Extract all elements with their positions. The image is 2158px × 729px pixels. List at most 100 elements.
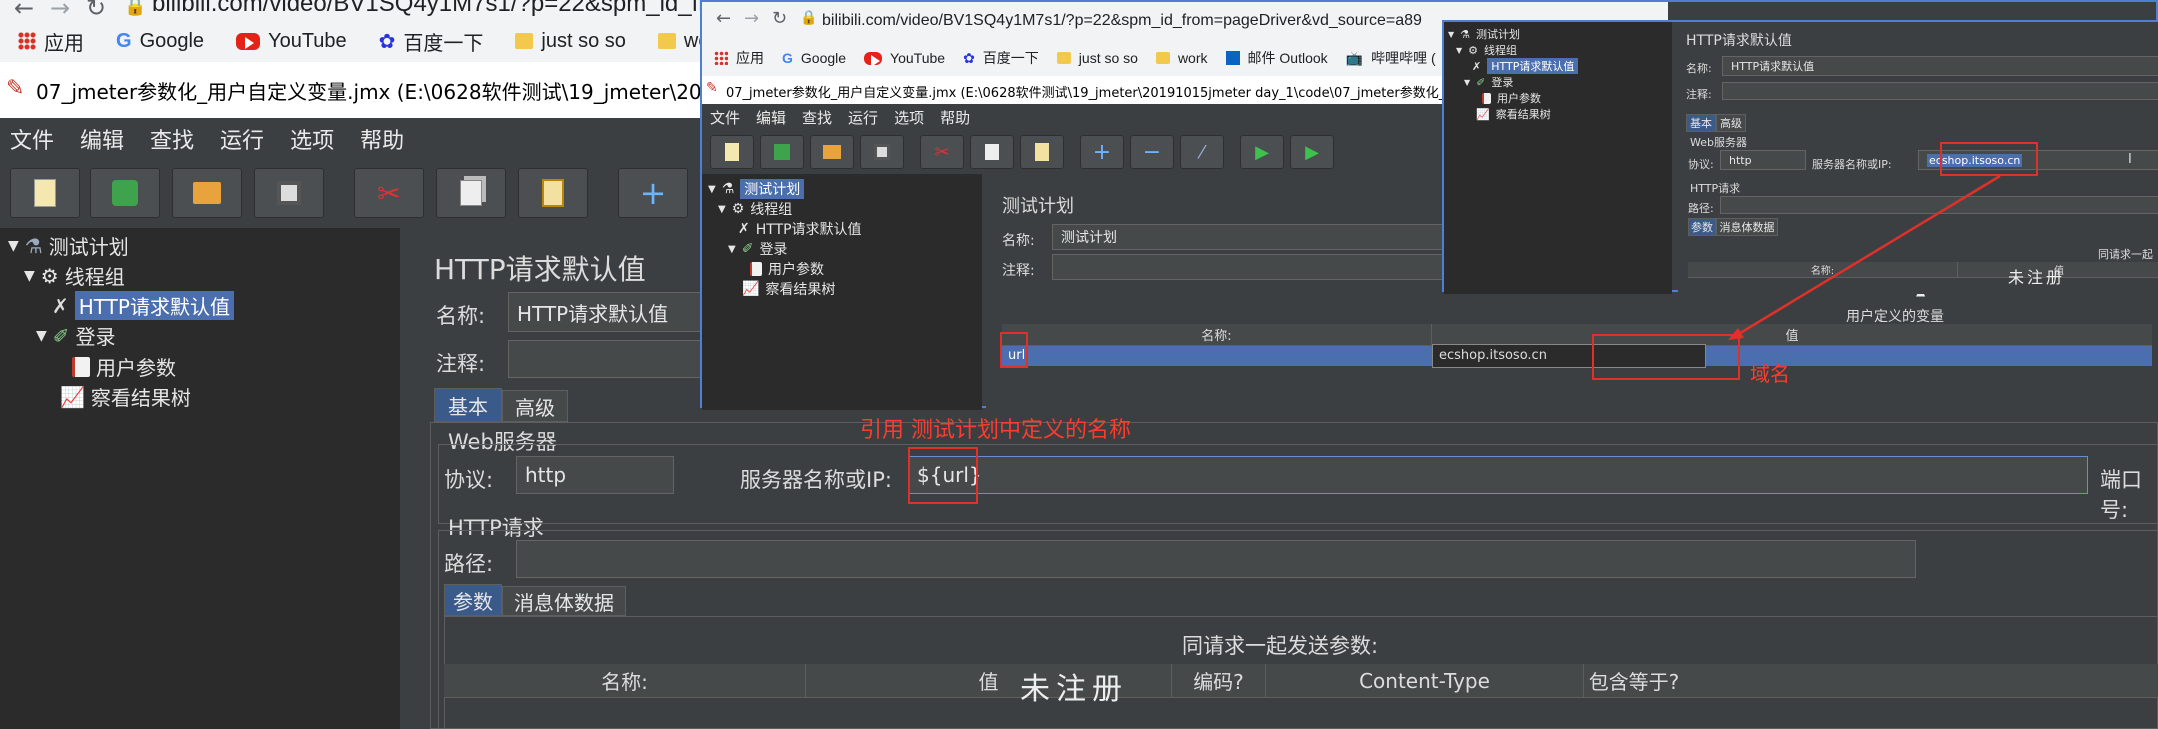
server-input[interactable]: ${url} [908,456,2088,494]
tab-body-data[interactable]: 消息体数据 [502,586,626,616]
forward-icon[interactable]: → [50,0,70,22]
start-button[interactable]: ▶ [1240,135,1284,169]
tree-item-login[interactable]: ▼ ✐ 登录 [728,239,787,259]
tab-advanced[interactable]: 高级 [502,390,568,422]
menu-search[interactable]: 查找 [802,107,832,128]
paste-button[interactable] [518,168,588,218]
splitter[interactable] [400,228,410,729]
bookmark-just-so-so[interactable]: just so so [1056,50,1138,66]
menu-options[interactable]: 选项 [894,107,924,128]
menu-run[interactable]: 运行 [220,123,264,155]
menu-help[interactable]: 帮助 [940,107,970,128]
protocol-input[interactable]: http [516,456,674,494]
bookmark-baidu[interactable]: ✿ 百度一下 [963,48,1039,68]
overlay-address-bar[interactable]: bilibili.com/video/BV1SQ4y1M7s1/?p=22&sp… [822,12,1422,30]
forward-icon[interactable]: → [744,8,759,29]
udv-col-name[interactable]: 名称: [1002,324,1432,345]
tab-body-data[interactable]: 消息体数据 [1716,218,1778,236]
bookmark-apps[interactable]: 应用 [714,48,764,68]
back-icon[interactable]: ← [14,0,34,22]
new-button[interactable] [10,168,80,218]
name-input[interactable]: HTTP请求默认值 [1722,56,2158,76]
bookmark-apps[interactable]: 应用 [18,27,84,56]
tree-item-view-results[interactable]: 📈 察看结果树 [60,382,191,411]
clipboard-icon [542,179,564,207]
col-name[interactable]: 名称: [444,664,806,697]
open-button[interactable] [172,168,242,218]
start-no-pause-button[interactable]: ▶ [1290,135,1334,169]
bookmark-bilibili[interactable]: 📺 哔哩哔哩 ( [1346,48,1436,68]
bookmark-youtube[interactable]: YouTube [236,30,347,53]
copy-button[interactable] [970,135,1014,169]
save-button[interactable] [254,168,324,218]
cut-button[interactable]: ✂ [354,168,424,218]
collapse-arrow-icon: ▼ [728,243,736,255]
tab-basic[interactable]: 基本 [1686,114,1716,132]
user-params-icon [1482,92,1491,104]
new-button[interactable] [710,135,754,169]
reload-icon[interactable]: ↻ [772,8,787,29]
menu-file[interactable]: 文件 [710,107,740,128]
tree-item-test-plan[interactable]: ▼ ⚗ 测试计划 [8,231,129,260]
menu-edit[interactable]: 编辑 [756,107,786,128]
save-button[interactable] [860,135,904,169]
tab-parameters[interactable]: 参数 [444,584,502,616]
tree-item-login[interactable]: ▼ ✐ 登录 [1464,74,1513,90]
menu-run[interactable]: 运行 [848,107,878,128]
collapse-button[interactable]: − [1130,135,1174,169]
tab-basic[interactable]: 基本 [434,388,502,422]
path-input[interactable] [516,540,1916,578]
pipette-icon: ✐ [1476,75,1486,89]
templates-button[interactable] [90,168,160,218]
copy-button[interactable] [436,168,506,218]
cut-button[interactable]: ✂ [920,135,964,169]
col-include-equals[interactable]: 包含等于? [1584,664,1684,697]
menu-file[interactable]: 文件 [10,123,54,155]
folder-icon [1155,52,1170,64]
paste-button[interactable] [1020,135,1064,169]
tree-item-login[interactable]: ▼ ✐ 登录 [36,321,116,350]
comment-input[interactable] [1722,82,2158,100]
open-button[interactable] [810,135,854,169]
tree-item-http-defaults[interactable]: ✗ HTTP请求默认值 [738,219,862,239]
bookmark-just-so-so[interactable]: just so so [515,30,626,53]
bookmark-work[interactable]: work [1155,50,1208,66]
menu-help[interactable]: 帮助 [360,123,404,155]
col-encode[interactable]: 编码? [1172,664,1266,697]
expand-button[interactable]: + [1080,135,1124,169]
tree-item-view-results[interactable]: 📈 察看结果树 [742,279,835,299]
tree-item-view-results[interactable]: 📈 察看结果树 [1476,106,1551,122]
templates-button[interactable] [760,135,804,169]
tree-item-thread-group[interactable]: ▼ ⚙ 线程组 [718,199,792,219]
menu-edit[interactable]: 编辑 [80,123,124,155]
tree-item-thread-group[interactable]: ▼ ⚙ 线程组 [1456,42,1517,58]
path-input[interactable] [1720,196,2158,214]
bookmark-outlook[interactable]: 邮件 Outlook [1225,48,1328,68]
bookmark-baidu[interactable]: ✿ 百度一下 [379,27,484,56]
bookmark-youtube[interactable]: YouTube [864,50,945,67]
col-name[interactable]: 名称: [1688,262,1958,277]
menu-search[interactable]: 查找 [150,123,194,155]
menu-options[interactable]: 选项 [290,123,334,155]
tree-item-thread-group[interactable]: ▼ ⚙ 线程组 [24,261,125,290]
tree-item-user-params[interactable]: 用户参数 [750,259,824,279]
expand-button[interactable]: + [618,168,688,218]
tree-item-test-plan[interactable]: ▼ ⚗ 测试计划 [1448,26,1520,42]
tree-item-http-defaults[interactable]: ✗ HTTP请求默认值 [52,291,234,320]
tree-item-test-plan[interactable]: ▼ ⚗ 测试计划 [708,179,805,199]
reload-icon[interactable]: ↻ [86,0,106,22]
tab-advanced[interactable]: 高级 [1716,114,1746,132]
udv-col-value[interactable]: 值 [1432,324,2152,345]
server-label: 服务器名称或IP: [1812,158,1892,171]
col-content-type[interactable]: Content-Type [1266,664,1584,697]
tree-item-user-params[interactable]: 用户参数 [1482,90,1541,106]
toggle-button[interactable]: ⁄ [1180,135,1224,169]
lock-icon: 🔒 [124,0,147,17]
bookmark-google[interactable]: G Google [116,30,204,53]
back-icon[interactable]: ← [716,8,731,29]
tree-item-user-params[interactable]: 用户参数 [72,352,176,381]
tree-item-http-defaults[interactable]: ✗ HTTP请求默认值 [1472,58,1579,74]
tab-parameters[interactable]: 参数 [1688,218,1716,236]
bookmark-google[interactable]: G Google [782,50,846,66]
protocol-input[interactable]: http [1720,150,1806,170]
